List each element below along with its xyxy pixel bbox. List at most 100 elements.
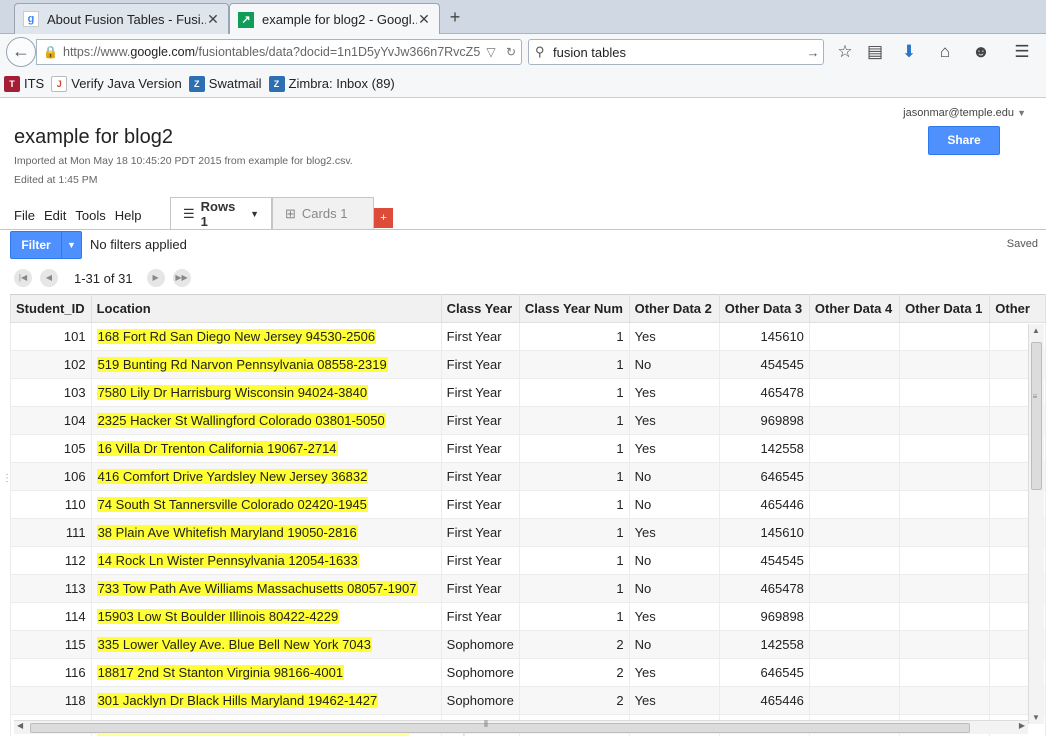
table-cell[interactable]: 15903 Low St Boulder Illinois 80422-4229 — [90, 602, 442, 631]
new-tab-button[interactable]: + — [444, 6, 466, 28]
table-cell[interactable]: 7580 Lily Dr Harrisburg Wisconsin 94024-… — [90, 378, 442, 407]
table-cell[interactable]: 110 — [10, 490, 92, 519]
table-cell[interactable] — [808, 630, 901, 659]
table-cell[interactable]: First Year — [440, 350, 520, 379]
table-cell[interactable]: 454545 — [718, 546, 810, 575]
table-cell[interactable]: 115 — [10, 630, 92, 659]
table-cell[interactable] — [808, 322, 901, 351]
table-cell[interactable]: 113 — [10, 574, 92, 603]
table-cell[interactable]: Sophomore — [440, 630, 520, 659]
table-cell[interactable]: 646545 — [718, 658, 810, 687]
scroll-thumb[interactable] — [1031, 342, 1042, 490]
table-cell[interactable]: No — [628, 630, 720, 659]
table-cell[interactable]: 465446 — [718, 490, 810, 519]
column-header[interactable]: Class Year Num — [518, 294, 630, 323]
table-cell[interactable]: 106 — [10, 462, 92, 491]
table-cell[interactable]: 335 Lower Valley Ave. Blue Bell New York… — [90, 630, 442, 659]
table-cell[interactable] — [808, 350, 901, 379]
scroll-left-icon[interactable]: ◀ — [17, 721, 23, 730]
table-cell[interactable]: 1 — [518, 350, 630, 379]
table-row[interactable]: 106 416 Comfort Drive Yardsley New Jersey… — [10, 462, 1046, 491]
hello-icon[interactable]: ☻ — [970, 41, 992, 63]
table-cell[interactable]: 18817 2nd St Stanton Virginia 98166-4001 — [90, 658, 442, 687]
table-cell[interactable] — [808, 434, 901, 463]
table-cell[interactable]: 519 Bunting Rd Narvon Pennsylvania 08558… — [90, 350, 442, 379]
table-cell[interactable] — [808, 658, 901, 687]
table-cell[interactable]: Yes — [628, 658, 720, 687]
table-cell[interactable]: First Year — [440, 602, 520, 631]
table-cell[interactable] — [899, 406, 991, 435]
table-cell[interactable] — [808, 518, 901, 547]
table-cell[interactable]: First Year — [440, 406, 520, 435]
table-cell[interactable] — [899, 350, 991, 379]
table-cell[interactable]: 465478 — [718, 574, 810, 603]
table-cell[interactable]: 118 — [10, 686, 92, 715]
table-row[interactable]: 118 301 Jacklyn Dr Black Hills Maryland 1… — [10, 686, 1046, 715]
tab-cards[interactable]: ⊞ Cards 1 — [272, 197, 374, 229]
table-cell[interactable] — [899, 602, 991, 631]
bookmark-zimbra-inbox[interactable]: Z Zimbra: Inbox (89) — [268, 75, 395, 92]
table-cell[interactable]: Yes — [628, 378, 720, 407]
table-cell[interactable]: 969898 — [718, 602, 810, 631]
table-cell[interactable]: 2325 Hacker St Wallingford Colorado 0380… — [90, 406, 442, 435]
column-header[interactable]: Other Data 3 — [718, 294, 810, 323]
table-cell[interactable]: First Year — [440, 462, 520, 491]
table-cell[interactable]: 114 — [10, 602, 92, 631]
table-row[interactable]: 101 168 Fort Rd San Diego New Jersey 9453… — [10, 322, 1046, 351]
first-page-icon[interactable]: |◀ — [14, 269, 32, 287]
menu-edit[interactable]: Edit — [44, 208, 66, 223]
vertical-scrollbar[interactable]: ▲ ≡ ▼ — [1028, 324, 1044, 724]
bookmark-swatmail[interactable]: Z Swatmail — [188, 75, 262, 92]
table-cell[interactable]: 646545 — [718, 462, 810, 491]
table-cell[interactable] — [899, 490, 991, 519]
bookmark-star-icon[interactable]: ☆ — [834, 41, 856, 63]
table-cell[interactable]: No — [628, 462, 720, 491]
search-bar[interactable]: ⚲ fusion tables → — [528, 39, 824, 65]
table-cell[interactable]: Yes — [628, 322, 720, 351]
table-cell[interactable]: 1 — [518, 406, 630, 435]
add-tab-button[interactable]: + — [374, 208, 393, 228]
account-email[interactable]: jasonmar@temple.edu — [903, 107, 1014, 119]
table-cell[interactable] — [899, 658, 991, 687]
table-cell[interactable]: 104 — [10, 406, 92, 435]
column-header[interactable]: Class Year — [440, 294, 520, 323]
table-cell[interactable]: 102 — [10, 350, 92, 379]
table-cell[interactable]: First Year — [440, 574, 520, 603]
table-cell[interactable]: 38 Plain Ave Whitefish Maryland 19050-28… — [90, 518, 442, 547]
table-cell[interactable]: Yes — [628, 406, 720, 435]
menu-file[interactable]: File — [14, 208, 35, 223]
share-button[interactable]: Share — [928, 126, 1000, 155]
search-go-icon[interactable]: → — [803, 45, 823, 60]
table-cell[interactable]: 116 — [10, 658, 92, 687]
table-row[interactable]: 104 2325 Hacker St Wallingford Colorado 0… — [10, 406, 1046, 435]
horizontal-scrollbar[interactable]: ◀ ⦀ ▶ — [14, 719, 1028, 734]
table-cell[interactable] — [808, 462, 901, 491]
reading-list-icon[interactable]: ▤ — [864, 41, 886, 63]
column-header[interactable]: Other Data 4 — [808, 294, 901, 323]
menu-help[interactable]: Help — [115, 208, 142, 223]
table-cell[interactable] — [899, 630, 991, 659]
panel-splitter-handle[interactable]: ⋮ — [2, 474, 12, 484]
prev-page-icon[interactable]: ◀ — [40, 269, 58, 287]
table-cell[interactable]: No — [628, 350, 720, 379]
table-cell[interactable]: 465446 — [718, 686, 810, 715]
menu-icon[interactable]: ☰ — [1011, 41, 1033, 63]
table-row[interactable]: 116 18817 2nd St Stanton Virginia 98166-4… — [10, 658, 1046, 687]
dropdown-arrow-icon[interactable]: ▽ — [481, 45, 501, 59]
table-cell[interactable]: 1 — [518, 574, 630, 603]
table-cell[interactable]: 733 Tow Path Ave Williams Massachusetts … — [90, 574, 442, 603]
table-cell[interactable]: Yes — [628, 602, 720, 631]
browser-tab-example-for-blog2[interactable]: ↗ example for blog2 - Googl... ✕ — [229, 3, 440, 35]
table-cell[interactable] — [899, 322, 991, 351]
table-cell[interactable]: 1 — [518, 518, 630, 547]
table-cell[interactable]: First Year — [440, 546, 520, 575]
column-header[interactable]: Other — [989, 294, 1046, 323]
table-cell[interactable] — [808, 686, 901, 715]
column-header[interactable]: Location — [90, 294, 442, 323]
table-cell[interactable] — [808, 490, 901, 519]
table-cell[interactable]: 112 — [10, 546, 92, 575]
table-cell[interactable] — [899, 462, 991, 491]
table-cell[interactable] — [808, 574, 901, 603]
table-cell[interactable]: 1 — [518, 434, 630, 463]
bookmark-verify-java[interactable]: J Verify Java Version — [51, 75, 182, 92]
